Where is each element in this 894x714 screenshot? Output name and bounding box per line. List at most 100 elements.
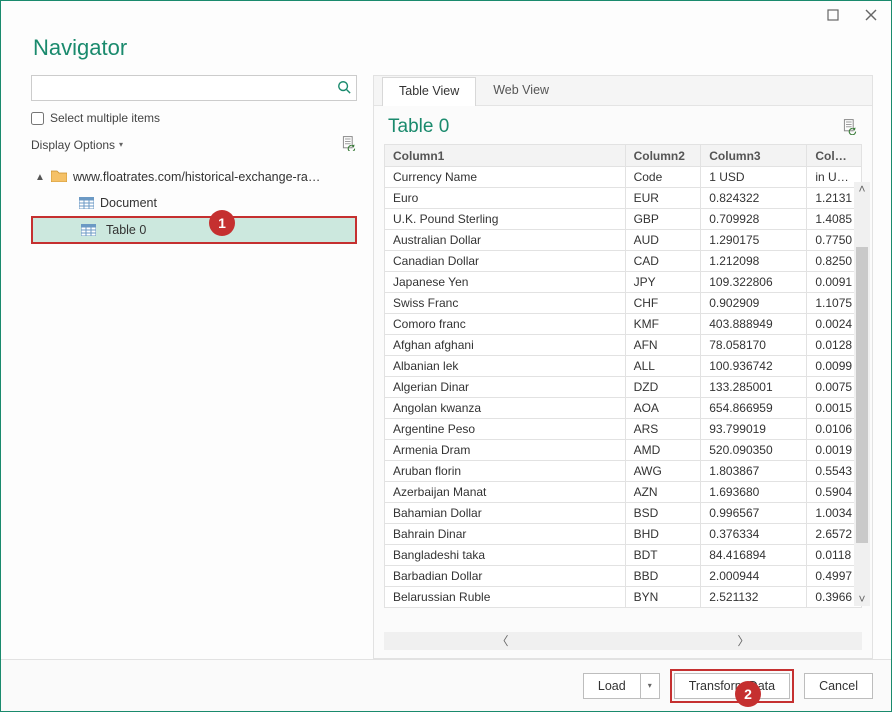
table-row[interactable]: Afghan afghaniAFN78.0581700.0128 xyxy=(385,335,862,356)
collapse-icon[interactable]: ▲ xyxy=(35,172,45,183)
table-cell: AZN xyxy=(625,482,701,503)
column-header[interactable]: Column1 xyxy=(385,145,626,167)
horizontal-scrollbar[interactable]: 〈 〉 xyxy=(384,632,862,650)
table-cell: 84.416894 xyxy=(701,545,807,566)
load-dropdown-button[interactable]: ▾ xyxy=(640,673,660,699)
table-row[interactable]: Argentine PesoARS93.7990190.0106 xyxy=(385,419,862,440)
navigator-dialog: Navigator Select multiple items Display … xyxy=(0,0,892,712)
chevron-down-icon: ▾ xyxy=(648,681,652,690)
table-row[interactable]: Comoro francKMF403.8889490.0024 xyxy=(385,314,862,335)
table-row[interactable]: Azerbaijan ManatAZN1.6936800.5904 xyxy=(385,482,862,503)
table-cell: Currency Name xyxy=(385,167,626,188)
scroll-up-icon[interactable]: ˄ xyxy=(854,182,870,196)
table-row[interactable]: Bangladeshi takaBDT84.4168940.0118 xyxy=(385,545,862,566)
refresh-preview-icon[interactable] xyxy=(842,117,858,138)
chevron-down-icon: ▾ xyxy=(119,140,123,149)
column-header[interactable]: Column2 xyxy=(625,145,701,167)
annotation-callout-1: 1 xyxy=(209,210,235,236)
scroll-left-icon[interactable]: 〈 xyxy=(384,634,621,648)
table-row[interactable]: Angolan kwanzaAOA654.8669590.0015 xyxy=(385,398,862,419)
table-cell: 1.693680 xyxy=(701,482,807,503)
table-cell: JPY xyxy=(625,272,701,293)
close-button[interactable] xyxy=(859,5,883,25)
table-row[interactable]: Aruban florinAWG1.8038670.5543 xyxy=(385,461,862,482)
transform-data-button[interactable]: Transform Data xyxy=(674,673,790,699)
table-cell: U.K. Pound Sterling xyxy=(385,209,626,230)
table-row[interactable]: Armenia DramAMD520.0903500.0019 xyxy=(385,440,862,461)
table-cell: Comoro franc xyxy=(385,314,626,335)
table-cell: 403.888949 xyxy=(701,314,807,335)
table-row[interactable]: U.K. Pound SterlingGBP0.7099281.4085 xyxy=(385,209,862,230)
table-cell: BDT xyxy=(625,545,701,566)
table-row[interactable]: Barbadian DollarBBD2.0009440.4997 xyxy=(385,566,862,587)
table-cell: 133.285001 xyxy=(701,377,807,398)
preview-title: Table 0 xyxy=(388,116,449,138)
table-cell: Azerbaijan Manat xyxy=(385,482,626,503)
load-button[interactable]: Load xyxy=(583,673,640,699)
scroll-down-icon[interactable]: ˅ xyxy=(854,592,870,606)
tab-table-view[interactable]: Table View xyxy=(382,77,476,106)
load-split-button[interactable]: Load ▾ xyxy=(583,673,660,699)
table-cell: Albanian lek xyxy=(385,356,626,377)
search-icon[interactable] xyxy=(332,80,356,97)
table-row[interactable]: Australian DollarAUD1.2901750.7750 xyxy=(385,230,862,251)
search-box[interactable] xyxy=(31,75,357,101)
select-multiple-input[interactable] xyxy=(31,112,44,125)
select-multiple-checkbox[interactable]: Select multiple items xyxy=(31,111,357,125)
table-cell: AOA xyxy=(625,398,701,419)
display-options-dropdown[interactable]: Display Options ▾ xyxy=(31,138,123,152)
tab-web-view[interactable]: Web View xyxy=(476,76,566,105)
tree-item-table0[interactable]: Table 0 xyxy=(31,216,357,244)
title-bar xyxy=(1,1,891,29)
vertical-scrollbar[interactable]: ˄ ˅ xyxy=(854,182,870,606)
table-row[interactable]: Japanese YenJPY109.3228060.0091 xyxy=(385,272,862,293)
table-row[interactable]: Swiss FrancCHF0.9029091.1075 xyxy=(385,293,862,314)
table-cell: Canadian Dollar xyxy=(385,251,626,272)
table-cell: Code xyxy=(625,167,701,188)
table-cell: Afghan afghani xyxy=(385,335,626,356)
table-cell: DZD xyxy=(625,377,701,398)
table-cell: BSD xyxy=(625,503,701,524)
tree-source-node[interactable]: ▲ www.floatrates.com/historical-exchange… xyxy=(31,164,357,190)
table-icon xyxy=(79,197,94,209)
column-header[interactable]: Column3 xyxy=(701,145,807,167)
table-cell: Angolan kwanza xyxy=(385,398,626,419)
table-cell: 654.866959 xyxy=(701,398,807,419)
table-row[interactable]: Canadian DollarCAD1.2120980.8250 xyxy=(385,251,862,272)
table-row[interactable]: Currency NameCode1 USDin USD xyxy=(385,167,862,188)
table-cell: BHD xyxy=(625,524,701,545)
cancel-button[interactable]: Cancel xyxy=(804,673,873,699)
transform-highlight: Transform Data xyxy=(670,669,794,703)
refresh-icon[interactable] xyxy=(341,135,357,154)
table-row[interactable]: Bahamian DollarBSD0.9965671.0034 xyxy=(385,503,862,524)
table-cell: 0.996567 xyxy=(701,503,807,524)
tree-item-document[interactable]: Document xyxy=(31,190,357,216)
table-cell: 0.709928 xyxy=(701,209,807,230)
table-cell: CHF xyxy=(625,293,701,314)
table-cell: Aruban florin xyxy=(385,461,626,482)
source-tree: ▲ www.floatrates.com/historical-exchange… xyxy=(31,164,357,244)
table-row[interactable]: Belarussian RubleBYN2.5211320.3966 xyxy=(385,587,862,608)
scroll-right-icon[interactable]: 〉 xyxy=(625,634,862,648)
data-grid: Column1 Column2 Column3 Column4 Currency… xyxy=(384,144,862,608)
maximize-button[interactable] xyxy=(821,5,845,25)
table-cell: AUD xyxy=(625,230,701,251)
table-cell: Bangladeshi taka xyxy=(385,545,626,566)
table-icon xyxy=(81,224,96,236)
table-row[interactable]: Bahrain DinarBHD0.3763342.6572 xyxy=(385,524,862,545)
table-cell: AWG xyxy=(625,461,701,482)
table-cell: AMD xyxy=(625,440,701,461)
table-cell: Belarussian Ruble xyxy=(385,587,626,608)
column-header[interactable]: Column4 xyxy=(807,145,862,167)
display-options-label: Display Options xyxy=(31,138,115,152)
table-row[interactable]: Algerian DinarDZD133.2850010.0075 xyxy=(385,377,862,398)
table-row[interactable]: EuroEUR0.8243221.2131 xyxy=(385,188,862,209)
table-cell: Japanese Yen xyxy=(385,272,626,293)
table-cell: BYN xyxy=(625,587,701,608)
scroll-thumb[interactable] xyxy=(856,247,868,544)
table-cell: ARS xyxy=(625,419,701,440)
search-input[interactable] xyxy=(32,77,332,99)
table-cell: Argentine Peso xyxy=(385,419,626,440)
table-row[interactable]: Albanian lekALL100.9367420.0099 xyxy=(385,356,862,377)
folder-icon xyxy=(51,169,67,185)
